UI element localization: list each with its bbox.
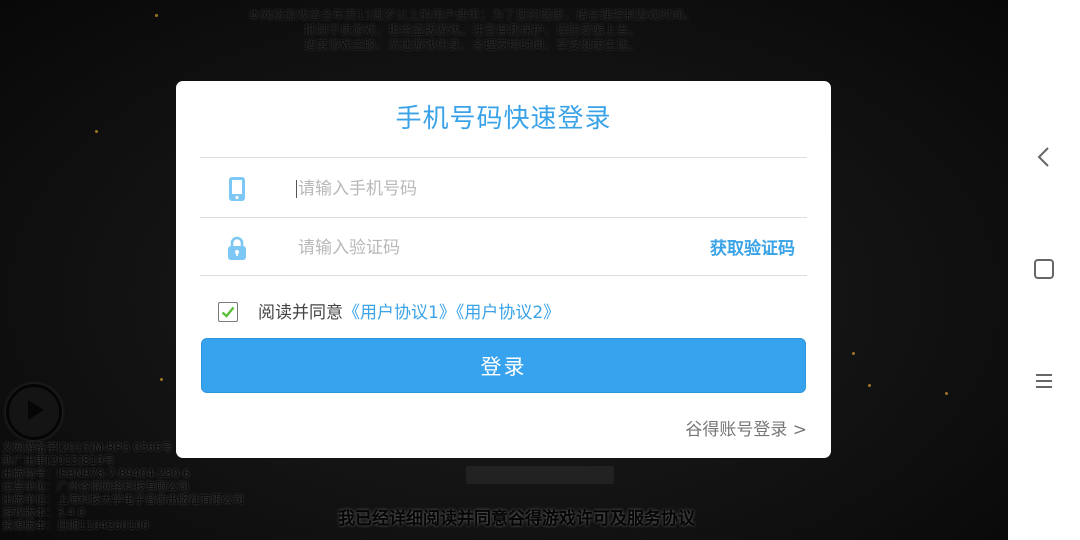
sparkle (868, 384, 871, 387)
sparkle (95, 130, 98, 133)
phone-field-row (200, 159, 807, 217)
play-badge-icon (6, 384, 62, 440)
health-notice-line: 抵制不良游戏，拒绝盗版游戏。注意自我保护，谨防受骗上当。 (303, 23, 640, 37)
agreement-row: 阅读并同意《用户协议1》《用户协议2》 (218, 301, 718, 325)
text-cursor (296, 180, 297, 198)
sparkle (852, 352, 855, 355)
login-button[interactable]: 登录 (201, 338, 806, 393)
back-button[interactable] (1008, 127, 1080, 187)
login-dialog: 手机号码快速登录 获取验证码 阅读并同意《用户协议1》《用户协议2》 登录 (176, 81, 831, 458)
phone-icon (229, 177, 245, 201)
publish-info-line: 运营单位：广州谷得网络科技有限公司 (2, 480, 189, 493)
menu-icon (1036, 374, 1052, 388)
navigation-bar (1008, 0, 1080, 540)
agree-checkbox[interactable] (218, 302, 238, 322)
verification-code-input[interactable] (296, 232, 700, 264)
divider (200, 157, 807, 158)
user-agreement-1-link[interactable]: 《用户协议1》 (343, 303, 456, 323)
menu-button[interactable] (1008, 351, 1080, 411)
publish-info-line: 资源版本：日期1104260100 (2, 519, 149, 532)
sparkle (160, 378, 163, 381)
publish-info-line: 出版物号：ISBN978-7-89404-280-6 (2, 467, 190, 480)
checkmark-icon (221, 306, 235, 318)
dialog-title: 手机号码快速登录 (395, 104, 612, 134)
health-notice-line: 适度游戏益脑，沉迷游戏伤身。合理安排时间，享受健康生活。 (303, 38, 640, 52)
square-home-icon (1034, 259, 1054, 279)
home-button[interactable] (1008, 239, 1080, 299)
code-field-row: 获取验证码 (200, 218, 807, 276)
back-icon (1037, 147, 1049, 167)
health-notice: 本网络游戏适合年满13周岁以上的用户使用；为了您的健康，请合理控制游戏时间。 抵… (0, 8, 944, 53)
agreement-text: 阅读并同意《用户协议1》《用户协议2》 (258, 301, 560, 325)
user-agreement-2-link[interactable]: 《用户协议2》 (456, 303, 560, 323)
publish-info-line: 游戏版本：3.4.0 (2, 506, 85, 519)
lock-icon (228, 236, 246, 260)
publish-info-line: 出版单位：上海科技大学电子音像出版社有限公司 (2, 493, 244, 506)
gude-account-login-link[interactable]: 谷得账号登录 > (685, 415, 807, 440)
agree-prefix: 阅读并同意 (258, 303, 343, 323)
health-notice-line: 本网络游戏适合年满13周岁以上的用户使用；为了您的健康，请合理控制游戏时间。 (248, 8, 696, 22)
get-code-button[interactable]: 获取验证码 (710, 234, 795, 259)
bottom-agreement-notice: 我已经详细阅读并同意谷得游戏许可及服务协议 (338, 509, 695, 529)
phone-input[interactable] (296, 173, 700, 205)
start-bar (466, 466, 614, 484)
divider (200, 275, 807, 276)
sparkle (945, 392, 948, 395)
